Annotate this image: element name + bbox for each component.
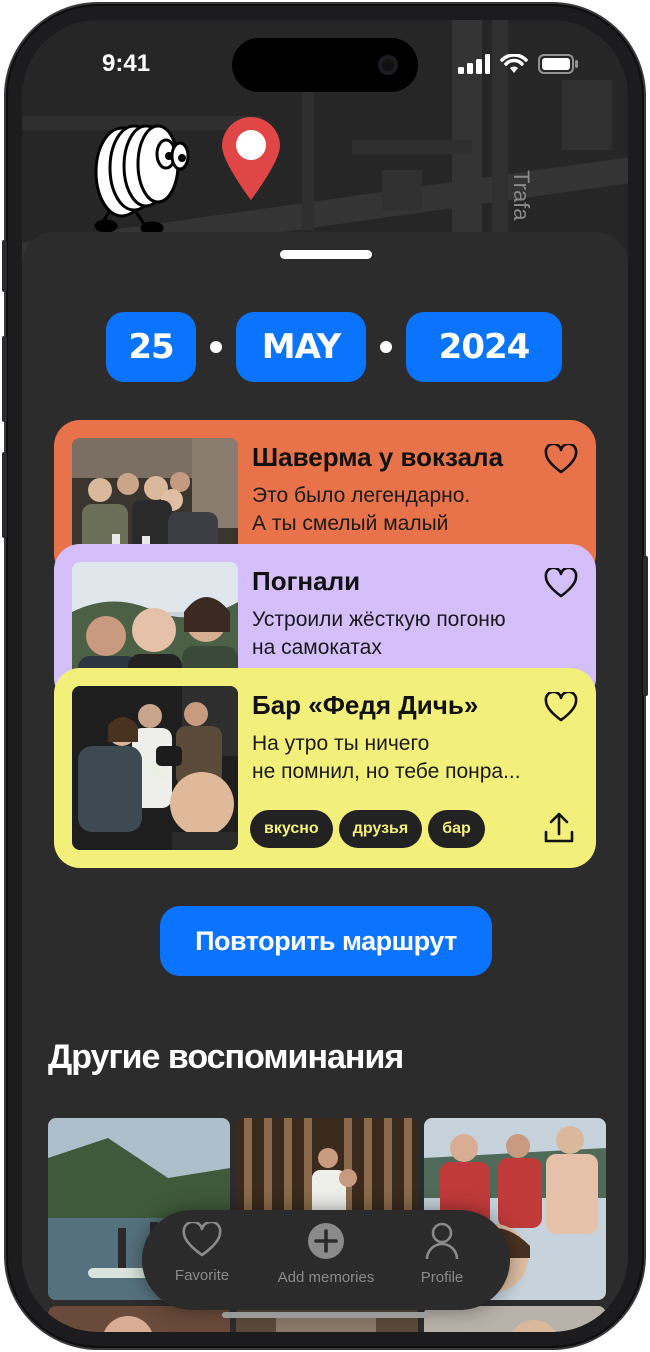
- memory-title: Шаверма у вокзала: [252, 442, 504, 472]
- home-indicator: [222, 1312, 428, 1318]
- tab-bar: Favorite Add memories Profile: [142, 1210, 510, 1310]
- volume-down-button: [2, 452, 7, 538]
- memory-description: не помнил, но тебе понра...: [252, 760, 521, 783]
- battery-icon: [538, 54, 578, 74]
- date-year: 2024: [406, 312, 562, 382]
- heart-icon[interactable]: [544, 444, 578, 474]
- date-separator: [210, 341, 222, 353]
- memory-card[interactable]: Бар «Федя Дичь» На утро ты ничего не пом…: [54, 668, 596, 868]
- tab-favorite[interactable]: Favorite: [142, 1220, 262, 1284]
- dynamic-island: [232, 38, 418, 92]
- sheet-grabber[interactable]: [280, 250, 372, 259]
- heart-icon[interactable]: [544, 568, 578, 598]
- date-row: 25 MAY 2024: [106, 312, 562, 382]
- memory-description: на самокатах: [252, 636, 382, 659]
- status-time: 9:41: [102, 50, 151, 77]
- heart-icon[interactable]: [544, 692, 578, 722]
- memory-photo: [72, 686, 238, 850]
- volume-up-button: [2, 336, 7, 422]
- plus-circle-icon: [308, 1223, 344, 1259]
- status-bar: 9:41: [22, 20, 628, 110]
- screen: Trafa 9:41 25 MAY 2024 Шаверма у вокзала…: [22, 20, 628, 1332]
- memory-description: Это было легендарно.: [252, 484, 471, 507]
- memory-title: Бар «Федя Дичь»: [252, 690, 479, 720]
- tab-profile[interactable]: Profile: [382, 1222, 502, 1286]
- other-memories-heading: Другие воспоминания: [48, 1038, 404, 1076]
- heart-icon: [182, 1220, 222, 1257]
- memory-description: На утро ты ничего: [252, 732, 430, 755]
- power-button: [643, 556, 648, 696]
- memory-description: А ты смелый малый: [252, 512, 449, 535]
- signal-icon: [458, 54, 490, 74]
- share-icon[interactable]: [544, 812, 574, 844]
- tag-list: вкусно друзья бар: [250, 810, 485, 848]
- tab-label: Profile: [420, 1269, 464, 1286]
- tab-label: Add memories: [277, 1269, 375, 1286]
- tab-label: Favorite: [174, 1267, 230, 1284]
- street-label: Trafa: [509, 170, 534, 221]
- mute-switch: [2, 240, 7, 292]
- repeat-route-button[interactable]: Повторить маршрут: [160, 906, 492, 976]
- map-pin-icon[interactable]: [220, 116, 282, 202]
- date-day: 25: [106, 312, 196, 382]
- memory-title: Погнали: [252, 566, 361, 596]
- tag-chip[interactable]: бар: [428, 810, 485, 848]
- mascot-illustration: [94, 124, 190, 235]
- date-separator: [380, 341, 392, 353]
- memory-sheet: 25 MAY 2024 Шаверма у вокзала Это было л…: [22, 232, 628, 1332]
- person-icon: [425, 1222, 459, 1260]
- tab-add-memories[interactable]: Add memories: [266, 1222, 386, 1286]
- wifi-icon: [500, 54, 528, 73]
- tag-chip[interactable]: друзья: [338, 810, 423, 848]
- memory-description: Устроили жёсткую погоню: [252, 608, 506, 631]
- date-month: MAY: [236, 312, 366, 382]
- tag-chip[interactable]: вкусно: [250, 810, 333, 848]
